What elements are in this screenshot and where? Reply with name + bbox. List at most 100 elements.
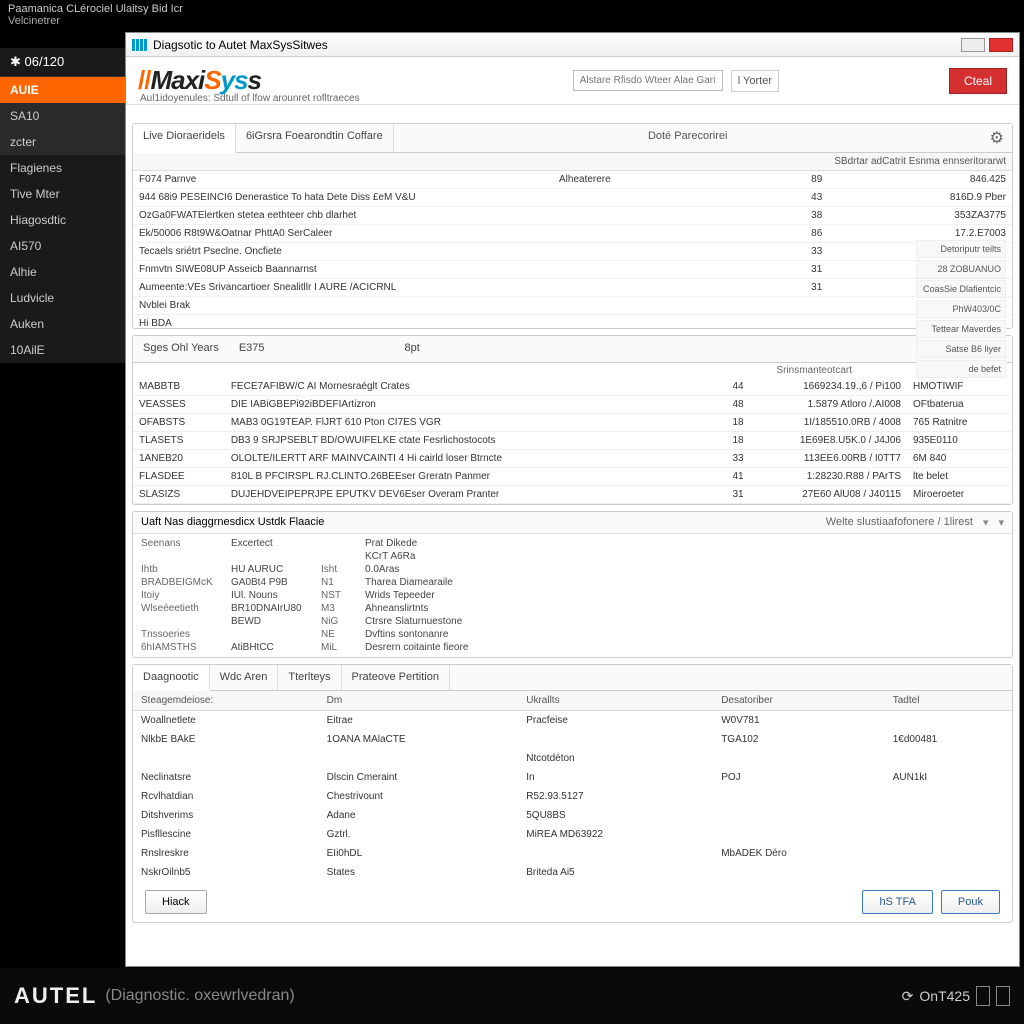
info-cell: BRADBEIGMcK — [141, 577, 221, 588]
table-row[interactable]: Hi BDA — [133, 315, 1012, 329]
table-row[interactable]: 944 68i9 PESEINCI6 Denerastice To hata D… — [133, 189, 1012, 207]
info-cell — [231, 629, 311, 640]
sidebar-item[interactable]: Tive Mter — [0, 181, 125, 207]
sidebar-item[interactable]: Ludvicle — [0, 285, 125, 311]
action-button-2[interactable]: Pouk — [941, 890, 1000, 914]
titlebar: Diagsotic to Autet MaxSysSitwes — [126, 33, 1019, 57]
info-cell: Tharea Diamearaile — [365, 577, 505, 588]
info-cell: MiL — [321, 642, 355, 653]
table-row[interactable]: RnslreskreEIi0hDLMbADEK Déro — [133, 844, 1012, 863]
ctrl-button[interactable]: Cteal — [949, 68, 1007, 94]
info-cell — [321, 551, 355, 562]
panel-live-data: Live Dioraeridels 6iGrsra Foearondtin Co… — [132, 123, 1013, 329]
info-cell — [321, 538, 355, 549]
info-cell: NE — [321, 629, 355, 640]
info-cell: Desrern coitainte fieore — [365, 642, 505, 653]
diag-tab[interactable]: Prateove Pertition — [342, 665, 450, 690]
logo: //MaxiSyss — [138, 65, 261, 96]
table-row[interactable]: F074 ParnveAlheaterere89846.425 — [133, 171, 1012, 189]
info-cell: Prat Dikede — [365, 538, 505, 549]
side-col-item: PhW403/0C — [916, 300, 1006, 318]
panel-info: Uaft Nas diaggrnesdicx Ustdk Flaacie Wel… — [132, 511, 1013, 658]
info-head-left: Uaft Nas diaggrnesdicx Ustdk Flaacie — [141, 516, 324, 529]
sidebar-item[interactable]: SA10 — [0, 103, 125, 129]
sidebar-item[interactable]: AUIE — [0, 77, 125, 103]
side-col-item: Detoriputr teilts — [916, 240, 1006, 258]
table-row[interactable]: OFABSTSMAB3 0G19TEAP. FlJRT 610 Pton CI7… — [133, 414, 1012, 432]
info-cell: Ahneanslirtnts — [365, 603, 505, 614]
table-row[interactable]: NskrOilnb5StatesBriteda Ai5 — [133, 863, 1012, 882]
sidebar-item[interactable]: Flagienes — [0, 155, 125, 181]
search-input[interactable] — [573, 70, 723, 91]
table-row[interactable]: Nvblei Brak — [133, 297, 1012, 315]
info-cell: NST — [321, 590, 355, 601]
table-row[interactable]: TLASETSDB3 9 SRJPSEBLT BD/OWUIFELKE ctat… — [133, 432, 1012, 450]
diag-tab[interactable]: Daagnootic — [133, 665, 210, 691]
close-button[interactable] — [989, 38, 1013, 52]
table-row[interactable]: VEASSESDIE IABiGBEPi92iBDEFIArtizron481.… — [133, 396, 1012, 414]
info-cell: BEWD — [231, 616, 311, 627]
table-row[interactable]: 1ANEB20OLOLTE/ILERTT ARF MAINVCAINTI 4 H… — [133, 450, 1012, 468]
info-cell: Seenans — [141, 538, 221, 549]
chevron-down-icon[interactable]: ▾ — [983, 516, 989, 529]
info-cell: HU AURUC — [231, 564, 311, 575]
info-cell: Ctrsre Slaturnuestone — [365, 616, 505, 627]
bottom-bar: AUTEL (Diagnostic. oxewrlvedran) ⟳ OnT42… — [0, 968, 1024, 1024]
tab-live[interactable]: Live Dioraeridels — [133, 124, 236, 153]
indicator-icon — [976, 986, 990, 1006]
table-row[interactable]: MABBTBFECE7AFIBW/C AI Mornesraéglt Crate… — [133, 378, 1012, 396]
app-icon — [132, 39, 147, 51]
table-row[interactable]: OzGa0FWATElertken stetea eethteer chb dl… — [133, 207, 1012, 225]
table-row[interactable]: Ntcotdéton — [133, 749, 1012, 768]
table-row[interactable]: RcvlhatdianChestrivountR52.93.5127 — [133, 787, 1012, 806]
p2-h2: E375 — [229, 336, 275, 362]
gear-icon[interactable]: ⚙ — [982, 124, 1012, 152]
diag-table: Steagemdeiose:DmUkralltsDesatoriberTadte… — [133, 691, 1012, 882]
table-row[interactable]: WoallnetleteEitraePracfeiseW0V781 — [133, 711, 1012, 731]
p2-h1: Sges Ohl Years — [133, 336, 229, 362]
table-row[interactable]: NeclinatsreDlscin CmeraintInPOJAUN1kI — [133, 768, 1012, 787]
bottom-sub: (Diagnostic. oxewrlvedran) — [105, 987, 294, 1005]
side-col-item: de befet — [916, 360, 1006, 378]
table-row[interactable]: DitshverimsAdane5QU8BS — [133, 806, 1012, 825]
action-button-1[interactable]: hS TFA — [862, 890, 932, 914]
panel-codes: Sges Ohl Years E375 8pt OfAl.E ⛨ Srinsma… — [132, 335, 1013, 505]
top-line2: Velcinetrer — [8, 15, 1016, 27]
sidebar-item[interactable]: Auken — [0, 311, 125, 337]
side-col-item: CoasSie Dlafientcic — [916, 280, 1006, 298]
tab-config[interactable]: 6iGrsra Foearondtin Coffare — [236, 124, 394, 152]
diag-col-header: Ukrallts — [518, 691, 713, 711]
sidebar-item[interactable]: zcter — [0, 129, 125, 155]
sidebar-item[interactable]: AI570 — [0, 233, 125, 259]
sidebar-item[interactable]: 10AilE — [0, 337, 125, 363]
sidebar: ✱ 06/120 AUIESA10zcterFlagienesTive Mter… — [0, 48, 125, 363]
top-strip: Paamanica CLérociel Ulaitsy Bid Icr Velc… — [0, 0, 1024, 34]
table-row[interactable]: Aumeente:VEs Srivancartioer Snealitllr I… — [133, 279, 1012, 297]
table-row[interactable]: PisfllescineGztrl.MiREA MD63922 — [133, 825, 1012, 844]
table-row[interactable]: Tecaels sriétrt Pseclne. Oncfiete33 — [133, 243, 1012, 261]
brand-subtitle: Aul1idoyenules: Sdtull of lfow arounret … — [140, 93, 360, 104]
panel-diagnostic: DaagnooticWdc ArenTterlteysPrateove Pert… — [132, 664, 1013, 923]
table-row[interactable]: NlkbE BAkE1OANA MAlaCTETGA1021€d00481 — [133, 730, 1012, 749]
side-col-item: 28 ZOBUANUO — [916, 260, 1006, 278]
table-row[interactable]: SLASIZSDUJEHDVEIPEPRJPE EPUTKV DEV6Eser … — [133, 486, 1012, 504]
table-row[interactable]: Ek/50006 R8t9W&Oatnar PhttA0 SerCaleer86… — [133, 225, 1012, 243]
sidebar-item[interactable]: Hiagosdtic — [0, 207, 125, 233]
side-col-item: Satse B6 liyer — [916, 340, 1006, 358]
info-cell: KCrT A6Ra — [365, 551, 505, 562]
info-cell — [141, 551, 221, 562]
info-cell — [231, 551, 311, 562]
minimize-button[interactable] — [961, 38, 985, 52]
panel1-right-label: Doté Parecorirei — [638, 124, 737, 152]
table-row[interactable]: Fnmvtn SIWE08UP Asseicb Baannarnst31607.… — [133, 261, 1012, 279]
info-cell: N1 — [321, 577, 355, 588]
diag-tab[interactable]: Wdc Aren — [210, 665, 279, 690]
sidebar-item[interactable]: Alhie — [0, 259, 125, 285]
table-row[interactable]: FLASDEE810L B PFCIRSPL RJ.CLINTO.26BEEse… — [133, 468, 1012, 486]
info-head-right: Welte slustiaafofonere / 1lirest — [826, 516, 973, 529]
back-button[interactable]: Hiack — [145, 890, 207, 914]
info-grid: SeenansExcertectPrat DikedeKCrT A6RaIhtb… — [133, 534, 1012, 657]
bottom-code: OnT425 — [919, 988, 970, 1004]
diag-tab[interactable]: Tterlteys — [278, 665, 341, 690]
chevron-down-icon-2[interactable]: ▾ — [998, 516, 1004, 529]
